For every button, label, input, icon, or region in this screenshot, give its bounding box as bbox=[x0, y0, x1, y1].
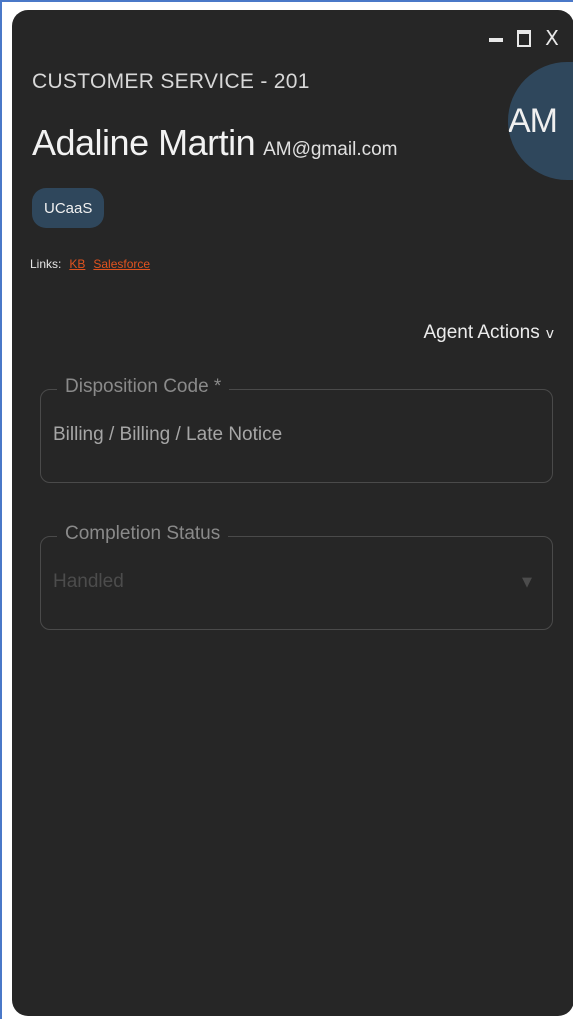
completion-status-select[interactable]: Completion Status Handled ▼ bbox=[40, 523, 553, 630]
close-button[interactable]: X bbox=[544, 26, 560, 50]
disposition-code-value: Billing / Billing / Late Notice bbox=[53, 424, 283, 445]
agent-panel: X AM CUSTOMER SERVICE - 201 Adaline Mart… bbox=[12, 10, 573, 1016]
minimize-button[interactable] bbox=[488, 30, 504, 46]
window-frame: X AM CUSTOMER SERVICE - 201 Adaline Mart… bbox=[0, 0, 573, 1019]
links-label: Links: bbox=[30, 257, 62, 271]
disposition-code-field[interactable]: Disposition Code * Billing / Billing / L… bbox=[40, 376, 553, 483]
customer-email: AM@gmail.com bbox=[263, 139, 398, 160]
queue-label: CUSTOMER SERVICE - 201 bbox=[32, 70, 310, 93]
customer-name: Adaline Martin bbox=[32, 122, 256, 163]
links-row: Links: KB Salesforce bbox=[30, 257, 150, 271]
maximize-icon bbox=[517, 29, 531, 47]
avatar: AM bbox=[508, 62, 573, 180]
chevron-down-icon: v bbox=[545, 326, 554, 342]
customer-info: Adaline Martin AM@gmail.com bbox=[32, 122, 398, 164]
agent-actions-label: Agent Actions bbox=[423, 322, 540, 343]
minimize-icon bbox=[489, 38, 503, 42]
service-badge: UCaaS bbox=[32, 188, 105, 228]
agent-actions-menu[interactable]: Agent Actions v bbox=[424, 322, 555, 344]
completion-status-value: Handled bbox=[53, 571, 124, 592]
close-icon: X bbox=[545, 26, 559, 50]
avatar-initials: AM bbox=[508, 102, 558, 140]
link-salesforce[interactable]: Salesforce bbox=[93, 257, 150, 271]
maximize-button[interactable] bbox=[516, 29, 532, 47]
link-kb[interactable]: KB bbox=[69, 257, 85, 271]
disposition-code-label: Disposition Code * bbox=[57, 376, 230, 398]
completion-status-label: Completion Status bbox=[57, 523, 229, 545]
dropdown-arrow-icon: ▼ bbox=[522, 575, 532, 590]
window-controls: X bbox=[488, 26, 560, 50]
